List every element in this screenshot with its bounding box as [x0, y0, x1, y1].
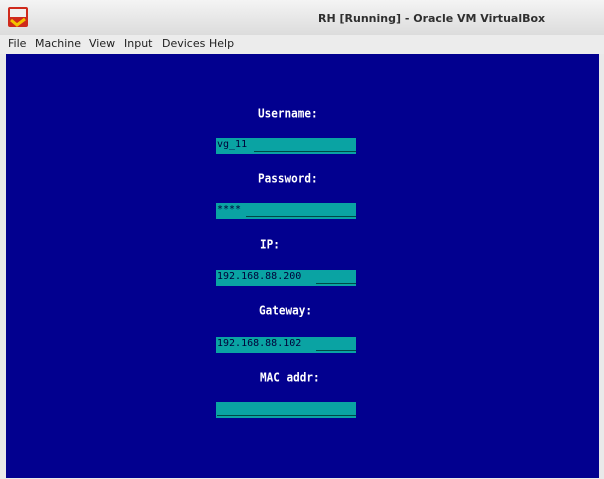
vm-screen[interactable]: Username: vg_11 Password: **** IP: 192.1…: [6, 54, 599, 478]
password-underline: [246, 216, 356, 217]
mac-underline: [217, 415, 356, 416]
window-titlebar[interactable]: RH [Running] - Oracle VM VirtualBox: [0, 0, 604, 36]
menu-bar: File Machine View Input Devices Help: [0, 35, 604, 54]
menu-machine[interactable]: Machine: [35, 37, 81, 50]
menu-devices[interactable]: Devices: [162, 37, 205, 50]
password-value: ****: [217, 204, 242, 215]
username-underline: [254, 151, 356, 152]
password-field[interactable]: ****: [216, 203, 356, 219]
virtualbox-app-icon: [8, 7, 28, 27]
username-value: vg_11: [217, 139, 248, 150]
ip-field[interactable]: 192.168.88.200: [216, 270, 356, 286]
window-title: RH [Running] - Oracle VM VirtualBox: [318, 12, 546, 25]
menu-input[interactable]: Input: [124, 37, 152, 50]
mac-field[interactable]: [216, 402, 356, 418]
username-field[interactable]: vg_11: [216, 138, 356, 154]
gateway-underline: [316, 350, 356, 351]
gateway-field[interactable]: 192.168.88.102: [216, 337, 356, 353]
menu-help[interactable]: Help: [209, 37, 234, 50]
mac-label: MAC addr:: [260, 370, 320, 385]
ip-underline: [316, 283, 356, 284]
menu-file[interactable]: File: [8, 37, 26, 50]
ip-label: IP:: [260, 237, 280, 252]
username-label: Username:: [258, 106, 318, 121]
gateway-label: Gateway:: [259, 303, 312, 318]
password-label: Password:: [258, 171, 318, 186]
menu-view[interactable]: View: [89, 37, 115, 50]
ip-value: 192.168.88.200: [217, 271, 302, 282]
gateway-value: 192.168.88.102: [217, 338, 302, 349]
